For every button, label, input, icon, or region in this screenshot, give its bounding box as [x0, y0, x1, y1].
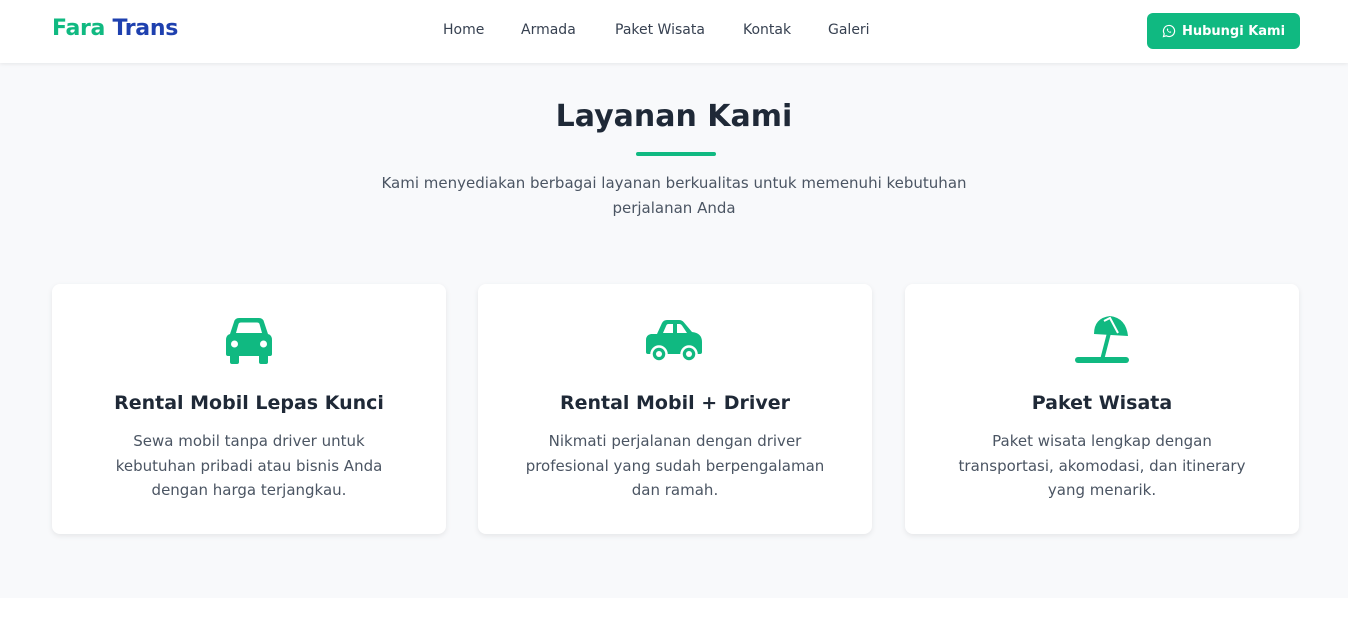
card-title: Paket Wisata [1031, 392, 1173, 414]
nav-kontak[interactable]: Kontak [743, 22, 791, 38]
service-card-tour-package: Paket Wisata Paket wisata lengkap dengan… [905, 284, 1299, 534]
umbrella-beach-icon [1075, 316, 1129, 363]
nav-menu: Home Armada Paket Wisata Kontak Galeri [0, 0, 1348, 63]
whatsapp-icon [1162, 24, 1176, 38]
car-side-icon [646, 320, 702, 363]
section-title: Layanan Kami [555, 99, 793, 134]
service-card-self-drive: Rental Mobil Lepas Kunci Sewa mobil tanp… [52, 284, 446, 534]
nav-home[interactable]: Home [443, 22, 484, 38]
contact-button[interactable]: Hubungi Kami [1147, 13, 1300, 49]
card-title: Rental Mobil Lepas Kunci [114, 392, 384, 414]
card-description: Nikmati perjalanan dengan driver profesi… [525, 432, 825, 499]
services-section: Layanan Kami Kami menyediakan berbagai l… [0, 63, 1348, 598]
nav-armada[interactable]: Armada [521, 22, 576, 38]
nav-galeri[interactable]: Galeri [828, 22, 870, 38]
car-front-icon [226, 318, 272, 364]
card-description: Sewa mobil tanpa driver untuk kebutuhan … [115, 432, 383, 499]
service-card-with-driver: Rental Mobil + Driver Nikmati perjalanan… [478, 284, 872, 534]
contact-button-label: Hubungi Kami [1181, 23, 1286, 39]
navbar: Fara Trans Home Armada Paket Wisata Kont… [0, 0, 1348, 63]
title-underline [636, 152, 716, 156]
nav-paket-wisata[interactable]: Paket Wisata [615, 22, 705, 38]
card-description: Paket wisata lengkap dengan transportasi… [958, 432, 1246, 499]
card-title: Rental Mobil + Driver [559, 392, 791, 414]
section-subtitle: Kami menyediakan berbagai layanan berkua… [381, 174, 967, 217]
